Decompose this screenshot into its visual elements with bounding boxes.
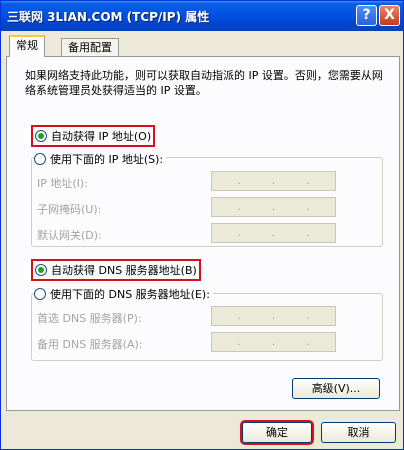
description-text: 如果网络支持此功能，则可以获取自动指派的 IP 设置。否则，您需要从网络系统管理…	[25, 69, 383, 97]
manual-dns-radio[interactable]: 使用下面的 DNS 服务器地址(E):	[34, 286, 213, 302]
auto-dns-label: 自动获得 DNS 服务器地址(B)	[51, 264, 197, 277]
preferred-dns-label: 首选 DNS 服务器(P):	[37, 312, 142, 325]
ok-button[interactable]: 确定	[242, 422, 312, 443]
tab-alternate-configuration[interactable]: 备用配置	[61, 38, 119, 58]
window-title: 三联网 3LIAN.COM (TCP/IP) 属性	[7, 10, 210, 24]
default-gateway-label: 默认网关(D):	[37, 229, 102, 242]
radio-checked-icon	[35, 264, 47, 276]
radio-unchecked-icon	[34, 288, 46, 300]
auto-ip-radio[interactable]: 自动获得 IP 地址(O)	[31, 125, 156, 147]
manual-ip-label: 使用下面的 IP 地址(S):	[50, 153, 164, 166]
title-bar[interactable]: 三联网 3LIAN.COM (TCP/IP) 属性 ? X	[1, 1, 403, 31]
ip-address-field[interactable]: ...	[211, 171, 336, 191]
subnet-mask-field[interactable]: ...	[211, 197, 336, 217]
alternate-dns-label: 备用 DNS 服务器(A):	[37, 338, 143, 351]
auto-dns-radio[interactable]: 自动获得 DNS 服务器地址(B)	[31, 259, 201, 281]
auto-ip-label: 自动获得 IP 地址(O)	[51, 130, 152, 143]
cancel-button[interactable]: 取消	[321, 422, 396, 443]
advanced-button[interactable]: 高级(V)...	[292, 378, 380, 399]
manual-dns-label: 使用下面的 DNS 服务器地址(E):	[50, 288, 210, 301]
close-button[interactable]: X	[379, 5, 400, 26]
ip-address-label: IP 地址(I):	[37, 177, 88, 190]
default-gateway-field[interactable]: ...	[211, 223, 336, 243]
subnet-mask-label: 子网掩码(U):	[37, 203, 102, 216]
radio-unchecked-icon	[34, 153, 46, 165]
tcpip-properties-window: 三联网 3LIAN.COM (TCP/IP) 属性 ? X 常规 备用配置 如果…	[0, 0, 404, 450]
tab-general[interactable]: 常规	[9, 35, 45, 57]
preferred-dns-field[interactable]: ...	[211, 306, 336, 326]
manual-ip-radio[interactable]: 使用下面的 IP 地址(S):	[34, 151, 167, 167]
radio-checked-icon	[35, 130, 47, 142]
alternate-dns-field[interactable]: ...	[211, 332, 336, 352]
help-button[interactable]: ?	[356, 5, 377, 26]
